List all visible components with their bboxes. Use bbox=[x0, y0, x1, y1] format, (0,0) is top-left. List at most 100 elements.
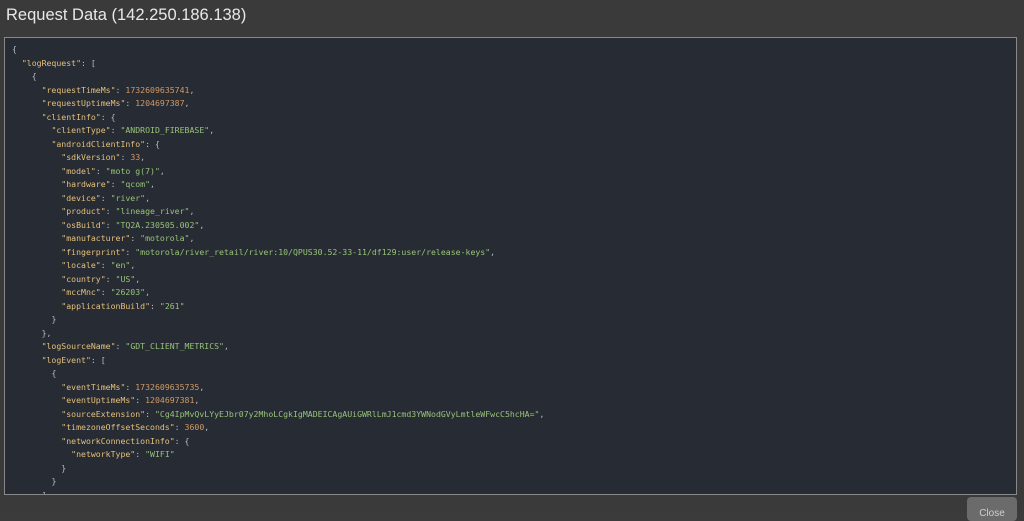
json-key: "country" bbox=[61, 273, 106, 284]
code-line: }, bbox=[12, 327, 544, 341]
json-punctuation: , bbox=[159, 165, 165, 176]
json-punctuation: : { bbox=[174, 435, 190, 446]
code-line: "clientInfo": { bbox=[12, 111, 544, 125]
json-punctuation: : bbox=[115, 341, 126, 351]
json-punctuation: , bbox=[150, 179, 155, 189]
json-punctuation: } bbox=[51, 476, 57, 486]
json-punctuation: , bbox=[140, 152, 146, 162]
json-content: { "logRequest": [ { "requestTimeMs": 173… bbox=[12, 43, 544, 495]
code-line: { bbox=[12, 70, 544, 84]
code-line: "model": "moto g(7)", bbox=[12, 165, 544, 179]
code-line: "device": "river", bbox=[12, 192, 544, 206]
code-line: "logRequest": [ bbox=[12, 57, 544, 71]
json-punctuation: : bbox=[125, 246, 136, 257]
json-punctuation: : bbox=[95, 165, 106, 176]
json-number-value: 33 bbox=[130, 152, 141, 162]
json-key: "networkConnectionInfo" bbox=[61, 435, 175, 446]
json-key: "product" bbox=[61, 206, 106, 216]
json-key: "logSourceName" bbox=[41, 341, 116, 351]
json-key: "networkType" bbox=[71, 449, 136, 459]
code-line: "logEvent": [ bbox=[12, 354, 544, 368]
json-key: "eventTimeMs" bbox=[61, 381, 126, 392]
json-number-value: 3600 bbox=[184, 422, 205, 432]
code-line: { bbox=[12, 43, 544, 57]
code-line: } bbox=[12, 475, 544, 489]
json-punctuation: : bbox=[125, 381, 136, 392]
json-punctuation: , bbox=[189, 206, 195, 216]
json-string-value: "Cg4IpMvQvLYyEJbr07y2MhoLCgkIgMADEICAgAU… bbox=[154, 408, 540, 419]
json-punctuation: : bbox=[130, 233, 141, 243]
close-button[interactable]: Close bbox=[967, 497, 1017, 521]
json-viewer[interactable]: { "logRequest": [ { "requestTimeMs": 173… bbox=[4, 37, 1017, 495]
request-data-dialog: Request Data (142.250.186.138) { "logReq… bbox=[0, 0, 1024, 521]
json-punctuation: , bbox=[209, 125, 215, 135]
json-punctuation: , bbox=[145, 192, 151, 203]
code-line: "sdkVersion": 33, bbox=[12, 151, 544, 165]
json-string-value: "261" bbox=[159, 300, 185, 311]
json-number-value: 1204697381 bbox=[145, 395, 195, 405]
json-key: "androidClientInfo" bbox=[51, 138, 146, 149]
json-punctuation: , bbox=[184, 98, 190, 108]
code-line: "requestUptimeMs": 1204697387, bbox=[12, 97, 544, 111]
json-key: "mccMnc" bbox=[61, 287, 101, 297]
json-string-value: "US" bbox=[115, 273, 136, 284]
json-key: "logEvent" bbox=[41, 354, 91, 365]
json-punctuation: : { bbox=[100, 111, 116, 122]
json-string-value: "TQ2A.230505.002" bbox=[115, 219, 200, 230]
code-line: "applicationBuild": "261" bbox=[12, 300, 544, 314]
code-line: "logSourceName": "GDT_CLIENT_METRICS", bbox=[12, 340, 544, 354]
json-punctuation: } bbox=[51, 314, 57, 324]
json-string-value: "river" bbox=[110, 192, 146, 203]
json-punctuation: : bbox=[105, 273, 116, 284]
json-key: "timezoneOffsetSeconds" bbox=[61, 422, 175, 432]
json-punctuation: : { bbox=[145, 138, 160, 149]
json-punctuation: { bbox=[51, 368, 57, 378]
json-punctuation: : bbox=[110, 179, 121, 189]
json-string-value: "lineage_river" bbox=[115, 206, 190, 216]
json-punctuation: , bbox=[539, 408, 545, 419]
json-punctuation: : bbox=[105, 219, 116, 230]
json-punctuation: , bbox=[145, 287, 151, 297]
json-key: "locale" bbox=[61, 260, 101, 270]
json-punctuation: : bbox=[120, 152, 131, 162]
json-key: "logRequest" bbox=[21, 57, 82, 68]
json-punctuation: : bbox=[150, 300, 160, 311]
code-line: "eventUptimeMs": 1204697381, bbox=[12, 394, 544, 408]
json-punctuation: , bbox=[204, 422, 210, 432]
json-key: "osBuild" bbox=[61, 219, 106, 230]
json-key: "manufacturer" bbox=[61, 233, 131, 243]
json-punctuation: , bbox=[223, 341, 229, 351]
json-punctuation: : bbox=[135, 395, 146, 405]
code-line: "sourceExtension": "Cg4IpMvQvLYyEJbr07y2… bbox=[12, 408, 544, 422]
json-punctuation: , bbox=[199, 381, 205, 392]
json-string-value: "WIFI" bbox=[145, 449, 175, 459]
json-punctuation: , bbox=[130, 260, 136, 270]
json-string-value: "en" bbox=[110, 260, 131, 270]
code-line: "mccMnc": "26203", bbox=[12, 286, 544, 300]
json-key: "requestTimeMs" bbox=[41, 84, 116, 95]
json-punctuation: : bbox=[100, 287, 111, 297]
code-line: "product": "lineage_river", bbox=[12, 205, 544, 219]
code-line: } bbox=[12, 313, 544, 327]
json-punctuation: , bbox=[194, 395, 200, 405]
code-line: "country": "US", bbox=[12, 273, 544, 287]
json-number-value: 1204697387 bbox=[135, 98, 185, 108]
code-line: "clientType": "ANDROID_FIREBASE", bbox=[12, 124, 544, 138]
json-string-value: "ANDROID_FIREBASE" bbox=[120, 125, 210, 135]
code-line: } bbox=[12, 462, 544, 476]
code-line: "manufacturer": "motorola", bbox=[12, 232, 544, 246]
json-key: "applicationBuild" bbox=[61, 300, 151, 311]
code-line: "eventTimeMs": 1732609635735, bbox=[12, 381, 544, 395]
json-punctuation: : bbox=[100, 192, 111, 203]
json-punctuation: : bbox=[174, 422, 185, 432]
json-punctuation: } bbox=[61, 462, 67, 473]
json-key: "clientType" bbox=[51, 125, 111, 135]
json-punctuation: : bbox=[135, 449, 146, 459]
code-line: "networkConnectionInfo": { bbox=[12, 435, 544, 449]
json-punctuation: : bbox=[145, 408, 155, 419]
json-key: "fingerprint" bbox=[61, 246, 126, 257]
json-punctuation: , bbox=[189, 84, 195, 95]
code-line: ] bbox=[12, 489, 544, 495]
code-line: "fingerprint": "motorola/river_retail/ri… bbox=[12, 246, 544, 260]
json-key: "eventUptimeMs" bbox=[61, 395, 136, 405]
